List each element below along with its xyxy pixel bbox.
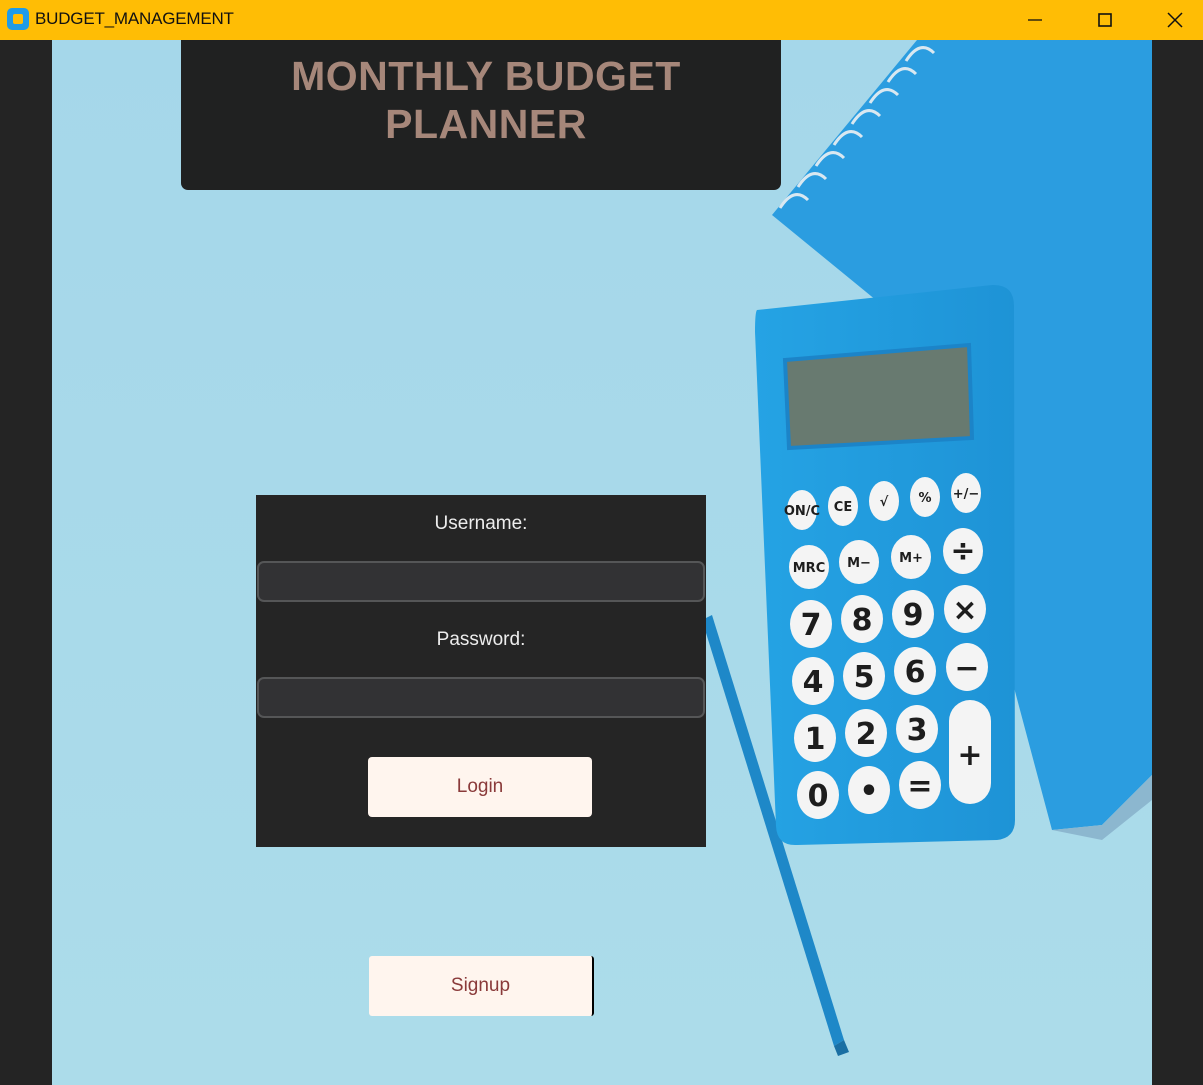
svg-text:2: 2 xyxy=(856,717,877,752)
minimize-button[interactable] xyxy=(1000,0,1070,40)
password-label: Password: xyxy=(436,629,526,650)
close-icon xyxy=(1167,12,1183,28)
app-icon xyxy=(7,8,29,30)
svg-text:=: = xyxy=(907,769,932,804)
page-title-line2: PLANNER xyxy=(385,101,587,147)
header-banner: MONTHLY BUDGET PLANNER xyxy=(181,40,781,190)
svg-text:6: 6 xyxy=(905,655,926,690)
close-button[interactable] xyxy=(1140,0,1203,40)
page-title: MONTHLY BUDGET PLANNER xyxy=(221,52,751,148)
svg-text:7: 7 xyxy=(801,608,822,643)
username-field[interactable] xyxy=(257,561,705,602)
login-button[interactable]: Login xyxy=(368,757,592,817)
svg-text:9: 9 xyxy=(903,598,924,633)
password-field[interactable] xyxy=(257,677,705,718)
svg-text:0: 0 xyxy=(808,779,829,814)
svg-text:M−: M− xyxy=(847,556,871,571)
svg-text:3: 3 xyxy=(907,713,928,748)
svg-text:−: − xyxy=(954,651,979,686)
svg-text:M+: M+ xyxy=(899,551,923,566)
svg-text:5: 5 xyxy=(854,660,875,695)
title-bar: BUDGET_MANAGEMENT xyxy=(0,0,1203,40)
svg-text:MRC: MRC xyxy=(793,561,826,576)
login-form: Username: Password: Login xyxy=(256,495,706,847)
app-canvas: ON/C CE √ % +/− MRC M− M+ ÷ 7 8 9 × 4 5 xyxy=(52,40,1152,1085)
minimize-icon xyxy=(1028,19,1042,21)
svg-text:+/−: +/− xyxy=(953,487,980,502)
svg-text:•: • xyxy=(859,774,878,809)
svg-text:+: + xyxy=(957,738,982,773)
svg-text:1: 1 xyxy=(805,722,826,757)
maximize-icon xyxy=(1098,13,1112,27)
svg-text:÷: ÷ xyxy=(950,534,975,569)
svg-text:√: √ xyxy=(880,495,889,510)
maximize-button[interactable] xyxy=(1070,0,1140,40)
window-title: BUDGET_MANAGEMENT xyxy=(35,9,234,28)
signup-button[interactable]: Signup xyxy=(369,956,594,1016)
svg-text:4: 4 xyxy=(803,665,824,700)
calculator: ON/C CE √ % +/− MRC M− M+ ÷ 7 8 9 × 4 5 xyxy=(755,284,1015,846)
svg-text:CE: CE xyxy=(834,500,852,515)
svg-text:×: × xyxy=(952,593,977,628)
svg-text:ON/C: ON/C xyxy=(784,504,820,519)
username-label: Username: xyxy=(434,513,528,534)
page-title-line1: MONTHLY BUDGET xyxy=(291,53,681,99)
svg-text:8: 8 xyxy=(852,603,873,638)
svg-text:%: % xyxy=(918,491,931,506)
